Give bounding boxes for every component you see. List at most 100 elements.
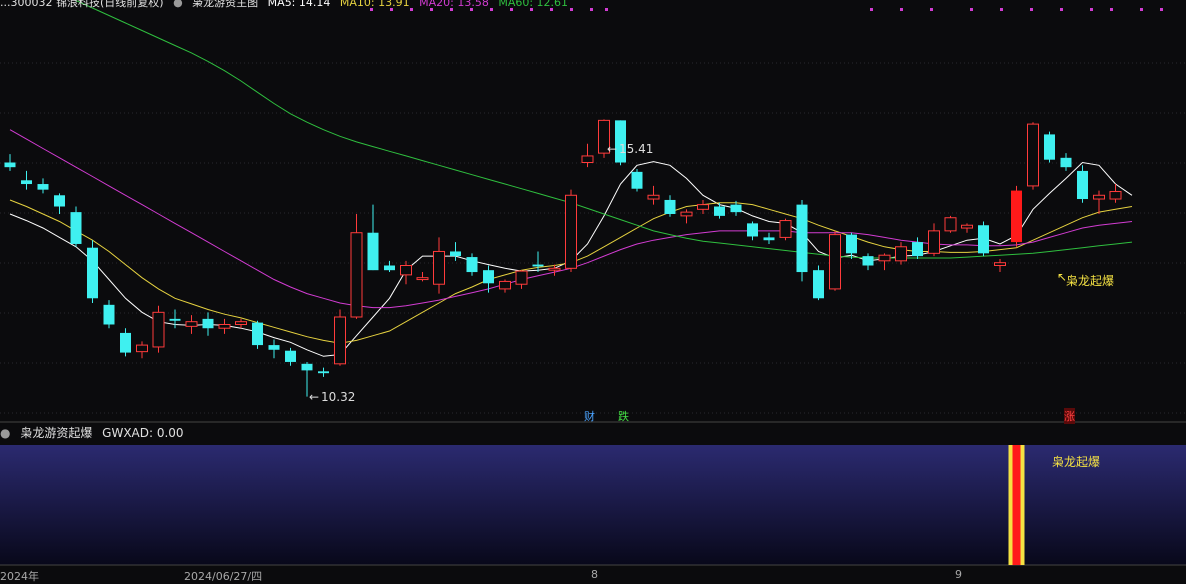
candle [466, 253, 478, 276]
candle-body [169, 318, 181, 321]
candle-body [499, 280, 511, 290]
candle [334, 309, 346, 366]
candle [169, 309, 181, 329]
candle [120, 328, 131, 357]
candle-body [944, 217, 957, 232]
candle-body [697, 204, 709, 210]
candle [54, 193, 65, 214]
indicator-dot-icon: ● [173, 0, 183, 9]
candle-body [334, 316, 346, 365]
marker-dot [1160, 8, 1163, 11]
candle-body [631, 171, 643, 189]
candle-body [1060, 157, 1072, 168]
marker-dot [900, 8, 903, 11]
candle [400, 260, 412, 285]
candle-body [730, 204, 742, 213]
candle-body [136, 344, 148, 353]
signal-bar-inner [1012, 445, 1021, 565]
candle-body [763, 237, 775, 241]
candle [1011, 185, 1022, 247]
candle [268, 339, 280, 359]
ma60-value: MA60: 12.61 [498, 0, 569, 9]
candle-body [466, 257, 478, 273]
candle [21, 170, 32, 190]
candle [747, 221, 758, 241]
candle-body [548, 267, 561, 271]
candle [1027, 122, 1039, 190]
candle-body [103, 304, 115, 325]
candle-body [400, 265, 412, 276]
candle [779, 218, 792, 241]
candle [1077, 165, 1088, 203]
candle-body [185, 321, 198, 327]
marker-dot [930, 8, 933, 11]
candle [631, 169, 643, 192]
x-axis-month-8: 8 [591, 568, 598, 581]
candle-body [779, 220, 792, 238]
candle [565, 189, 577, 273]
candle-body [21, 180, 32, 185]
candle-body [433, 250, 445, 285]
candle [103, 300, 115, 329]
candle [680, 209, 693, 224]
stock-name: ...300032 锦浪科技(日线前复权) [0, 0, 164, 9]
x-axis-year: 2024年 [0, 570, 39, 583]
candle-body [1077, 170, 1088, 200]
candle [664, 195, 676, 217]
candle-body [895, 246, 907, 262]
candle-body [829, 234, 841, 290]
candle-body [37, 184, 49, 190]
candle-body [1011, 190, 1022, 243]
indicator-panel [0, 445, 1186, 566]
marker-dot [1030, 8, 1033, 11]
candle-body [218, 323, 231, 329]
candle-body [301, 363, 313, 371]
x-axis-month-9: 9 [955, 568, 962, 581]
candle-body [318, 371, 329, 374]
candle-body [532, 264, 544, 267]
x-axis: 2024年 2024/06/27/四 8 9 [0, 568, 1186, 583]
candle-body [1093, 194, 1105, 200]
candle-body [1109, 191, 1122, 200]
candle-body [120, 332, 131, 353]
badge-rise[interactable]: 涨 [1064, 408, 1075, 424]
marker-dot [605, 8, 608, 11]
indicator-bar-label: 枭龙起爆 [1052, 455, 1101, 469]
candle-body [581, 155, 594, 163]
candle [285, 347, 296, 366]
grid-lines [0, 8, 1186, 423]
indicator-title[interactable]: 枭龙游资起爆 [20, 426, 92, 440]
candle-body [1044, 134, 1055, 160]
badge-fall[interactable]: 跌 [618, 408, 629, 424]
candle [367, 204, 379, 271]
candle-body [878, 254, 891, 262]
candle [37, 178, 49, 194]
badge-finance[interactable]: 财 [584, 408, 595, 424]
main-indicator-name[interactable]: 枭龙游资主图 [192, 0, 258, 9]
ma5-value: MA5: 14.14 [267, 0, 331, 9]
candle-body [680, 211, 693, 217]
candle [384, 260, 395, 273]
marker-dot [1000, 8, 1003, 11]
candle [433, 237, 445, 294]
candle [895, 242, 907, 265]
candle [813, 265, 824, 301]
candle [450, 242, 461, 261]
candle-body [384, 265, 395, 271]
candle [202, 312, 214, 336]
low-arrow-icon: ← [309, 390, 320, 404]
candle-body [416, 277, 429, 281]
candle [218, 318, 231, 334]
candle [994, 258, 1006, 273]
candle [483, 265, 494, 293]
candle-body [747, 223, 758, 237]
candle-body [252, 322, 263, 346]
candle [961, 223, 973, 233]
indicator-background [0, 445, 1186, 565]
candle-body [450, 251, 461, 257]
candle [796, 199, 808, 282]
candle-body [87, 247, 98, 299]
candle [647, 185, 660, 205]
candle-body [978, 225, 989, 254]
stock-chart[interactable] [0, 0, 1186, 577]
